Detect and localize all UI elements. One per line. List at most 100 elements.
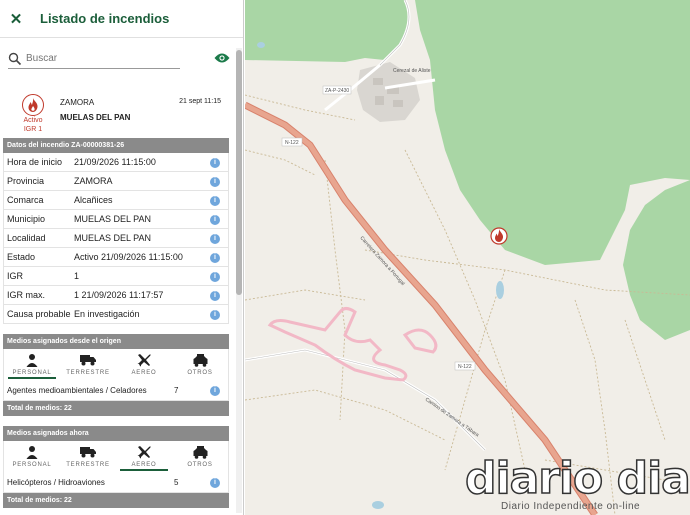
info-icon[interactable]: i [210,253,220,263]
tab-label: PERSONAL [12,370,52,376]
detail-value: MUELAS DEL PAN [74,214,152,224]
details-header: Datos del incendio ZA-00000381-26 [3,138,229,153]
tab-personal[interactable]: PERSONAL [4,441,60,473]
detail-label: Provincia [7,176,45,186]
resource-count: 7 [174,386,179,395]
fire-list-panel: ✕ Listado de incendios Buscar Activo IGR… [0,0,244,515]
watermark-tagline: Diario Independiente on-line [501,501,641,512]
tab-personal[interactable]: PERSONAL [4,349,60,381]
road-label: N-122 [458,364,472,370]
person-icon [26,446,38,459]
detail-row: Provincia ZAMORA i [3,172,229,191]
detail-value: Alcañices [74,195,113,205]
info-icon[interactable]: i [210,272,220,282]
fire-marker-icon[interactable] [490,227,508,245]
tab-label: AEREO [131,462,157,468]
tab-aereo[interactable]: AEREO [116,349,172,381]
road-label: N-122 [285,140,299,146]
detail-value: En investigación [74,309,140,319]
tab-label: AEREO [131,370,157,376]
resource-row: Helicópteros / Hidroaviones 5 i [3,473,229,493]
tab-label: PERSONAL [12,462,52,468]
current-resource-tabs: PERSONAL TERRESTRE AEREO OTROS [3,441,229,473]
detail-label: IGR max. [7,290,46,300]
origin-total: Total de medios: 22 [3,401,229,416]
detail-value: ZAMORA [74,176,113,186]
close-icon[interactable]: ✕ [8,11,24,28]
detail-row: IGR max. 1 21/09/2026 11:17:57 i [3,286,229,305]
info-icon[interactable]: i [210,177,220,187]
detail-row: Estado Activo 21/09/2026 11:15:00 i [3,248,229,267]
detail-value: MUELAS DEL PAN [74,233,152,243]
detail-value: 1 21/09/2026 11:17:57 [74,290,164,300]
fire-icon [22,94,44,116]
info-icon[interactable]: i [210,234,220,244]
search-icon [8,52,22,65]
origin-resource-tabs: PERSONAL TERRESTRE AEREO OTROS [3,349,229,381]
detail-label: Localidad [7,233,46,243]
detail-row: Causa probable En investigación i [3,305,229,324]
pond [372,501,384,509]
detail-label: IGR [7,271,24,281]
fire-status-badge: Activo IGR 1 [19,94,47,134]
fire-status-label: Activo [23,117,43,124]
truck-icon [80,447,96,458]
resource-row: Agentes medioambientales / Celadores 7 i [3,381,229,401]
forest-area [245,0,410,62]
map-canvas[interactable]: N-122 N-122 ZA-P-2430 Cerezal de Aliste … [245,0,690,515]
current-total: Total de medios: 22 [3,493,229,508]
resource-label: Agentes medioambientales / Celadores [7,386,147,395]
panel-header: ✕ Listado de incendios [0,0,243,38]
tab-label: OTROS [187,370,213,376]
detail-row: Localidad MUELAS DEL PAN i [3,229,229,248]
panel-title: Listado de incendios [40,11,170,26]
plane-icon [137,354,151,367]
tab-otros[interactable]: OTROS [172,349,228,381]
plane-icon [137,446,151,459]
detail-value: 21/09/2026 11:15:00 [74,157,156,167]
tab-label: TERRESTRE [66,462,110,468]
detail-row: Hora de inicio 21/09/2026 11:15:00 i [3,153,229,172]
scrollbar-thumb[interactable] [236,50,242,295]
tab-terrestre[interactable]: TERRESTRE [60,349,116,381]
info-icon[interactable]: i [210,310,220,320]
info-icon[interactable]: i [210,158,220,168]
search-row [8,48,230,70]
info-icon[interactable]: i [210,215,220,225]
watermark-brand: diario dia [464,453,690,504]
fire-list: Activo IGR 1 ZAMORA 21 sept 11:15 MUELAS… [3,90,229,515]
car-icon [193,445,207,459]
info-icon[interactable]: i [210,196,220,206]
info-icon[interactable]: i [210,291,220,301]
eye-icon[interactable] [214,52,230,64]
resource-count: 5 [174,478,179,487]
info-icon[interactable]: i [210,478,220,488]
tab-aereo[interactable]: AEREO [116,441,172,473]
detail-row: Comarca Alcañices i [3,191,229,210]
detail-value: Activo 21/09/2026 11:15:00 [74,252,183,262]
fire-province: ZAMORA [60,98,95,107]
map-view[interactable]: N-122 N-122 ZA-P-2430 Cerezal de Aliste … [245,0,690,515]
detail-row: Municipio MUELAS DEL PAN i [3,210,229,229]
fire-locality: MUELAS DEL PAN [60,113,131,122]
detail-row: IGR 1 i [3,267,229,286]
resource-label: Helicópteros / Hidroaviones [7,478,105,487]
truck-icon [80,355,96,366]
detail-label: Municipio [7,214,46,224]
tab-label: OTROS [187,462,213,468]
tab-terrestre[interactable]: TERRESTRE [60,441,116,473]
car-icon [193,353,207,367]
detail-label: Estado [7,252,36,262]
pond [257,42,265,48]
person-icon [26,354,38,367]
search-input[interactable] [26,53,176,64]
fire-date: 21 sept 11:15 [179,98,221,105]
fire-card[interactable]: Activo IGR 1 ZAMORA 21 sept 11:15 MUELAS… [3,90,229,136]
tab-otros[interactable]: OTROS [172,441,228,473]
detail-label: Causa probable [7,309,71,319]
detail-label: Hora de inicio [7,157,63,167]
search-box[interactable] [8,49,180,69]
info-icon[interactable]: i [210,386,220,396]
detail-value: 1 [74,271,80,281]
app-root: ✕ Listado de incendios Buscar Activo IGR… [0,0,690,515]
